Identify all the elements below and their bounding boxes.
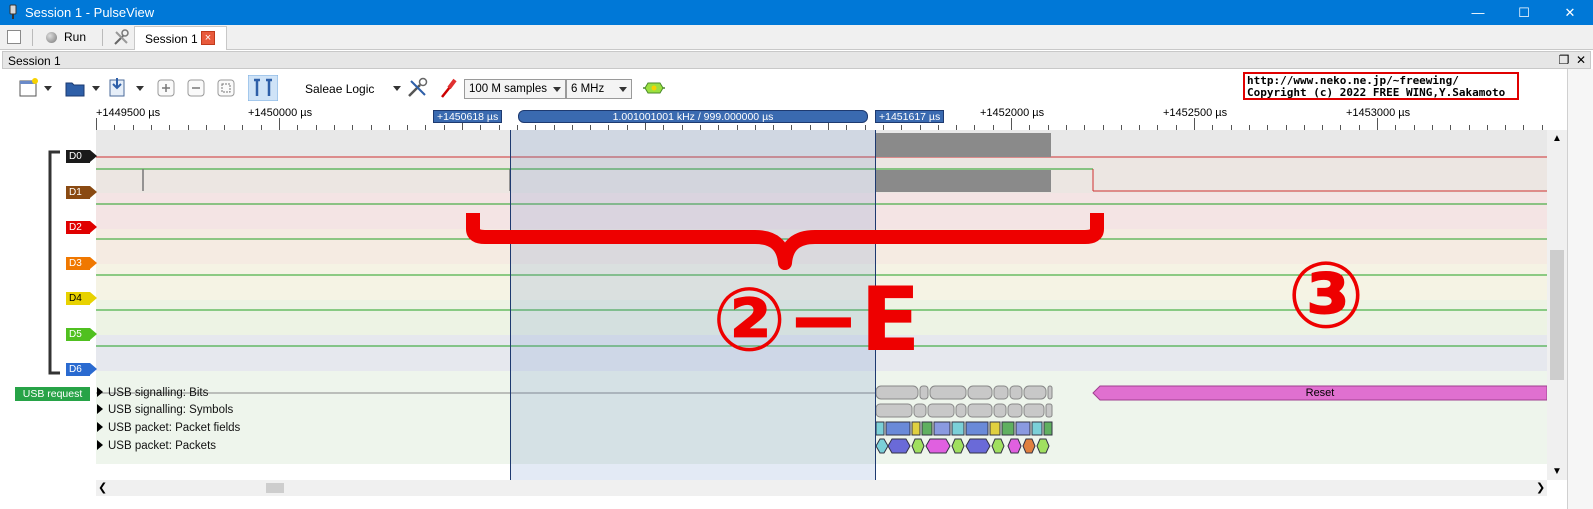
annotation-step-2e: ②−E xyxy=(712,268,921,371)
tab-label: Session 1 xyxy=(145,32,198,46)
horizontal-scroll-thumb[interactable] xyxy=(266,483,284,493)
open-dropdown-icon[interactable] xyxy=(92,86,100,91)
decoder-row-packets[interactable]: USB packet: Packets xyxy=(97,440,216,452)
copyright-notice: http://www.neko.ne.jp/~freewing/ Copyrig… xyxy=(1243,72,1519,100)
decoder-row-label: USB signalling: Bits xyxy=(108,387,209,399)
ruler-tick xyxy=(1194,118,1195,130)
decoder-row-packet-fields[interactable]: USB packet: Packet fields xyxy=(97,422,240,434)
device-selector-label[interactable]: Saleae Logic xyxy=(305,82,374,96)
zoom-fit-icon[interactable] xyxy=(216,77,236,99)
new-view-dropdown-icon[interactable] xyxy=(44,86,52,91)
tab-close-icon[interactable]: × xyxy=(201,31,215,45)
right-cursor-flag[interactable]: +1451617 µs xyxy=(875,110,945,123)
ruler-label: +1450000 µs xyxy=(248,107,313,119)
reset-annotation-label: Reset xyxy=(1305,387,1335,399)
add-decoder-icon[interactable] xyxy=(642,77,666,99)
separator xyxy=(32,29,33,46)
zoom-in-icon[interactable] xyxy=(156,77,176,99)
run-icon xyxy=(46,32,57,43)
decoder-row-label: USB packet: Packet fields xyxy=(108,422,241,434)
settings-tools-icon[interactable] xyxy=(113,29,130,46)
channel-label-d6[interactable]: D6 xyxy=(66,363,97,376)
show-cursors-icon[interactable] xyxy=(248,75,278,101)
zoom-out-icon[interactable] xyxy=(186,77,206,99)
window-title: Session 1 - PulseView xyxy=(25,5,155,20)
ruler-tick xyxy=(96,118,97,130)
ruler-label: +1452500 µs xyxy=(1163,107,1228,119)
ruler-tick xyxy=(1377,118,1378,130)
expand-icon xyxy=(97,440,103,450)
scroll-left-icon[interactable]: ❮ xyxy=(98,481,107,494)
horizontal-scrollbar[interactable]: ❮ ❯ xyxy=(96,480,1547,496)
expand-icon xyxy=(97,404,103,414)
decoder-label[interactable]: USB request xyxy=(15,387,90,401)
dock-title: Session 1 xyxy=(8,54,61,68)
vertical-scroll-thumb[interactable] xyxy=(1550,250,1564,380)
chevron-down-icon xyxy=(619,87,627,92)
session-tab-bar: Run Session 1 × xyxy=(0,25,1593,50)
sample-count-value: 100 M samples xyxy=(469,83,547,95)
ruler-label: +1453000 µs xyxy=(1346,107,1411,119)
minimize-button[interactable]: — xyxy=(1455,0,1501,25)
scroll-down-icon[interactable]: ▼ xyxy=(1552,466,1562,477)
new-view-icon[interactable] xyxy=(18,77,40,99)
main-toolbar: Saleae Logic 100 M samples 6 MHz http://… xyxy=(2,69,1591,105)
samplerate-select[interactable]: 6 MHz xyxy=(566,79,632,99)
open-folder-icon[interactable] xyxy=(64,77,86,99)
save-dropdown-icon[interactable] xyxy=(136,86,144,91)
sample-count-select[interactable]: 100 M samples xyxy=(464,79,566,99)
separator xyxy=(102,29,103,46)
ruler-tick xyxy=(1011,118,1012,130)
device-config-icon[interactable] xyxy=(406,77,430,99)
brace-annotation xyxy=(466,213,1104,270)
channel-label-d3[interactable]: D3 xyxy=(66,257,97,270)
channel-label-d4[interactable]: D4 xyxy=(66,292,97,305)
title-bar: Session 1 - PulseView — ☐ ✕ xyxy=(0,0,1593,25)
dock-float-icon[interactable]: ❐ xyxy=(1557,52,1571,68)
annotation-step-3: ③ xyxy=(1287,242,1365,349)
decoder-row-label: USB packet: Packets xyxy=(108,440,217,452)
channel-label-d1[interactable]: D1 xyxy=(66,186,97,199)
samplerate-value: 6 MHz xyxy=(571,83,605,95)
new-session-icon[interactable] xyxy=(7,30,21,44)
channel-label-d5[interactable]: D5 xyxy=(66,328,97,341)
left-cursor-flag[interactable]: +1450618 µs xyxy=(433,110,503,123)
chevron-down-icon xyxy=(553,87,561,92)
dock-close-icon[interactable]: ✕ xyxy=(1574,52,1588,68)
vertical-scrollbar[interactable]: ▲ ▼ xyxy=(1547,130,1567,480)
ruler-label: +1449500 µs xyxy=(96,107,161,119)
right-dock-panel xyxy=(1567,69,1593,509)
scroll-up-icon[interactable]: ▲ xyxy=(1552,133,1562,144)
ruler-label: +1452000 µs xyxy=(980,107,1045,119)
session-dock-header: Session 1 ❐ ✕ xyxy=(2,51,1591,69)
ruler-tick xyxy=(279,118,280,130)
expand-icon xyxy=(97,387,103,397)
channel-label-d2[interactable]: D2 xyxy=(66,221,97,234)
scroll-right-icon[interactable]: ❯ xyxy=(1536,481,1545,494)
pulseview-app-icon xyxy=(9,4,17,19)
probe-config-icon[interactable] xyxy=(438,77,460,99)
channel-label-d0[interactable]: D0 xyxy=(66,150,97,163)
device-dropdown-icon[interactable] xyxy=(393,86,401,91)
maximize-button[interactable]: ☐ xyxy=(1501,0,1547,25)
tab-session-1[interactable]: Session 1 × xyxy=(134,26,227,50)
run-label: Run xyxy=(64,30,87,44)
cursor-measurement[interactable]: 1.001001001 kHz / 999.000000 µs xyxy=(518,110,868,123)
decoder-row-bits[interactable]: USB signalling: Bits xyxy=(97,387,208,399)
close-button[interactable]: ✕ xyxy=(1547,0,1593,25)
decoder-row-label: USB signalling: Symbols xyxy=(108,404,234,416)
decoder-row-symbols[interactable]: USB signalling: Symbols xyxy=(97,404,233,416)
save-icon[interactable] xyxy=(106,77,130,99)
expand-icon xyxy=(97,422,103,432)
